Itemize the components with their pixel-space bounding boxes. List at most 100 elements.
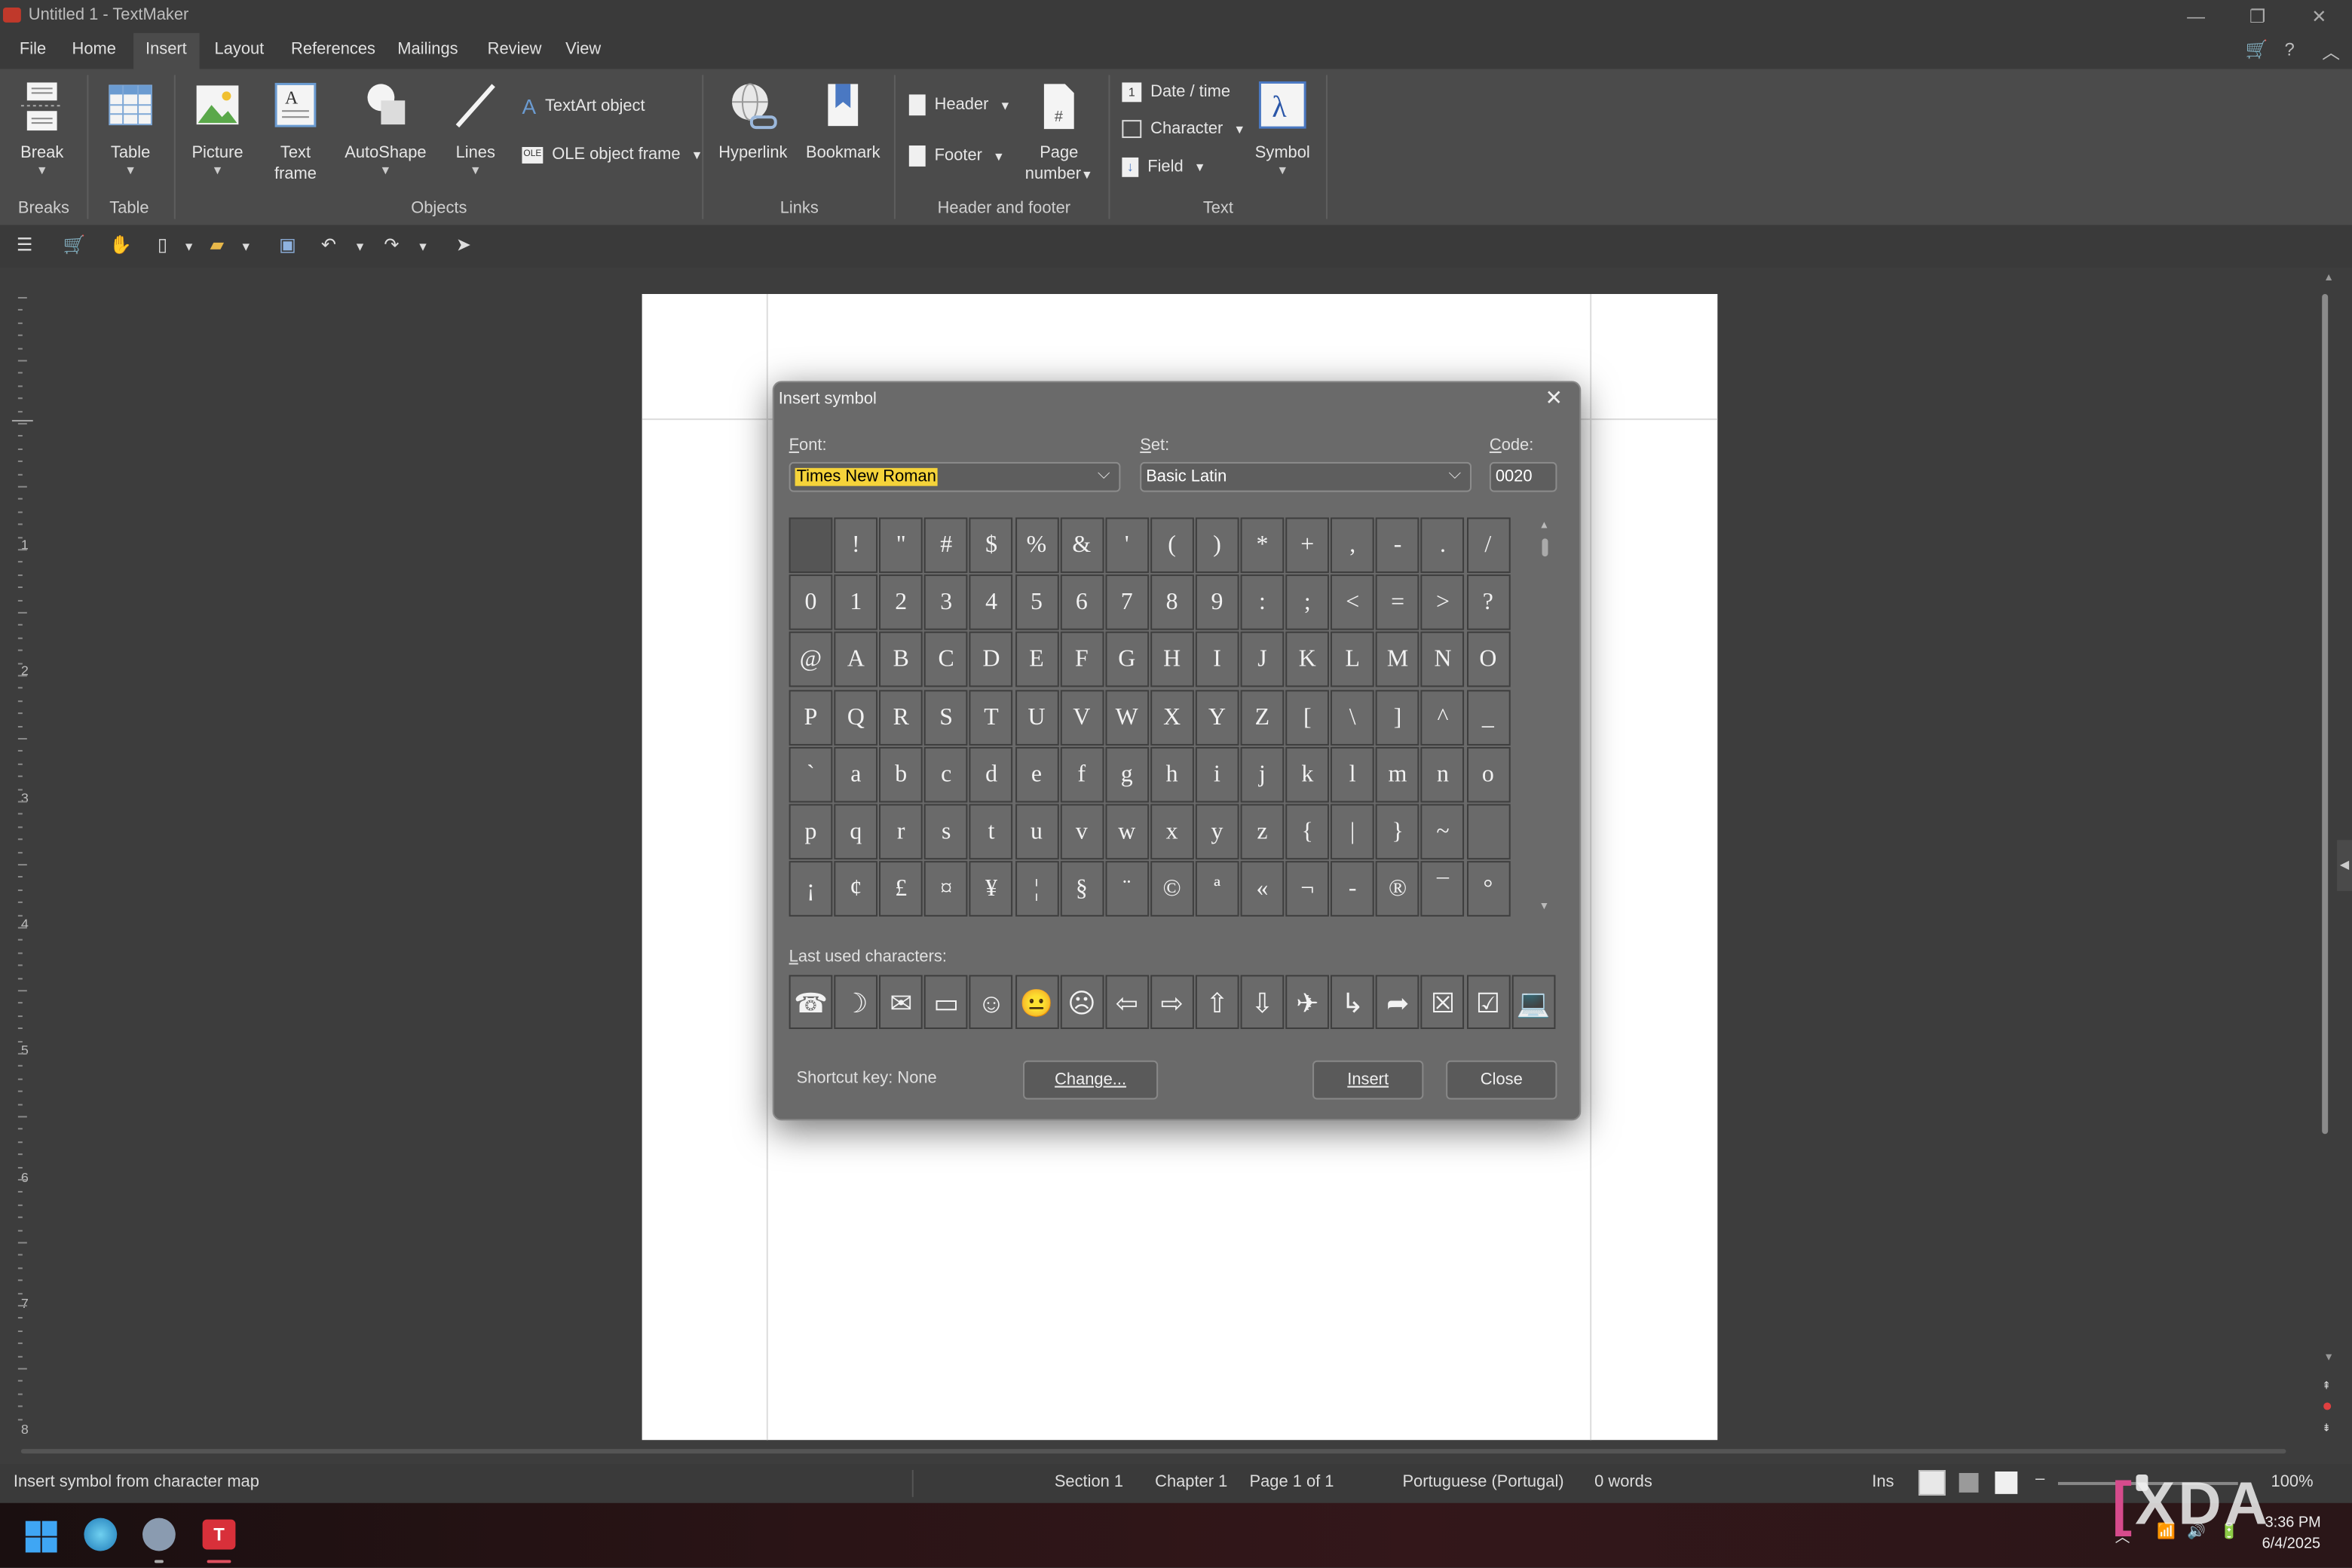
last-used-symbol[interactable]: ✉ — [879, 975, 923, 1030]
symbol-cell[interactable]: > — [1421, 574, 1465, 631]
new-document-icon[interactable]: ▯ — [158, 234, 167, 255]
scrollbar-thumb[interactable] — [1542, 538, 1548, 557]
symbol-cell[interactable]: q — [834, 804, 878, 860]
symbol-cell[interactable]: f — [1059, 746, 1104, 803]
symbol-cell[interactable]: l — [1331, 746, 1375, 803]
symbol-cell[interactable]: d — [969, 746, 1013, 803]
chevron-down-icon[interactable]: ▼ — [417, 240, 429, 253]
symbol-cell[interactable]: Z — [1240, 689, 1285, 746]
save-icon[interactable]: ▣ — [279, 234, 296, 255]
symbol-cell[interactable]: W — [1104, 689, 1149, 746]
symbol-cell[interactable]: L — [1331, 632, 1375, 688]
symbol-cell[interactable]: % — [1015, 517, 1058, 574]
symbol-cell[interactable]: 5 — [1015, 574, 1058, 631]
last-used-symbol[interactable]: ☺ — [969, 975, 1013, 1030]
bookmark-button[interactable]: Bookmark — [804, 81, 882, 163]
scrollbar-track[interactable] — [20, 1449, 2286, 1454]
symbol-cell[interactable]: n — [1421, 746, 1465, 803]
symbol-cell[interactable]: z — [1240, 804, 1285, 860]
menu-lines-icon[interactable]: ☰ — [17, 234, 32, 255]
symbol-cell[interactable]: 4 — [969, 574, 1013, 631]
symbol-cell[interactable]: o — [1466, 746, 1510, 803]
symbol-grid-scrollbar[interactable]: ▲ ▼ — [1536, 520, 1554, 919]
symbol-cell[interactable]: } — [1376, 804, 1419, 860]
symbol-cell[interactable]: X — [1150, 689, 1194, 746]
symbol-cell[interactable]: I — [1195, 632, 1239, 688]
last-used-symbol[interactable]: ↳ — [1331, 975, 1375, 1030]
symbol-cell[interactable]: h — [1150, 746, 1194, 803]
last-used-symbol[interactable]: ⇩ — [1240, 975, 1285, 1030]
symbol-cell[interactable]: U — [1015, 689, 1058, 746]
ole-object-frame-button[interactable]: OLE OLE object frame ▼ — [522, 145, 703, 164]
symbol-cell[interactable]: ; — [1285, 574, 1330, 631]
last-used-symbol[interactable]: ☹ — [1059, 975, 1104, 1030]
menu-mailings[interactable]: Mailings — [397, 41, 458, 59]
symbol-cell[interactable]: M — [1376, 632, 1419, 688]
symbol-cell[interactable]: [ — [1285, 689, 1330, 746]
symbol-cell[interactable]: @ — [789, 632, 833, 688]
symbol-cell[interactable]: ¨ — [1104, 861, 1149, 917]
symbol-cell[interactable]: 0 — [789, 574, 833, 631]
status-word-count[interactable]: 0 words — [1594, 1473, 1652, 1491]
symbol-cell[interactable]: Y — [1195, 689, 1239, 746]
menu-review[interactable]: Review — [488, 41, 542, 59]
character-button[interactable]: Character ▼ — [1122, 120, 1245, 139]
symbol-cell[interactable]: t — [969, 804, 1013, 860]
textmaker-taskbar-icon[interactable]: T — [202, 1519, 236, 1550]
menu-file[interactable]: File — [20, 41, 46, 59]
status-page[interactable]: Page 1 of 1 — [1250, 1473, 1334, 1491]
font-dropdown[interactable]: Times New Roman ⌵ — [789, 461, 1121, 492]
clock-date[interactable]: 6/4/2025 — [2262, 1536, 2320, 1553]
date-time-button[interactable]: 1 Date / time — [1122, 82, 1230, 103]
open-folder-icon[interactable]: ▰ — [210, 234, 224, 255]
symbol-cell[interactable]: 1 — [834, 574, 878, 631]
symbol-cell[interactable]: ¤ — [924, 861, 969, 917]
symbol-cell[interactable]: D — [969, 632, 1013, 688]
symbol-cell[interactable]: 3 — [924, 574, 969, 631]
symbol-cell[interactable]: v — [1059, 804, 1104, 860]
textart-button[interactable]: A TextArt object — [522, 94, 645, 118]
symbol-cell[interactable]: a — [834, 746, 878, 803]
last-used-symbol[interactable]: 😐 — [1015, 975, 1058, 1030]
text-frame-button[interactable]: A Text frame — [264, 81, 327, 184]
insert-button[interactable]: Insert — [1312, 1060, 1424, 1100]
symbol-cell[interactable]: 9 — [1195, 574, 1239, 631]
symbol-cell[interactable]: 7 — [1104, 574, 1149, 631]
symbol-cell[interactable]: s — [924, 804, 969, 860]
symbol-cell[interactable]: B — [879, 632, 923, 688]
menu-home[interactable]: Home — [72, 41, 116, 59]
symbol-cell[interactable]: O — [1466, 632, 1510, 688]
symbol-cell[interactable]: « — [1240, 861, 1285, 917]
symbol-cell[interactable]: ' — [1104, 517, 1149, 574]
autoshape-button[interactable]: AutoShape ▼ — [342, 81, 429, 178]
outline-view-icon[interactable] — [1958, 1472, 1979, 1493]
symbol-cell[interactable]: ! — [834, 517, 878, 574]
menu-insert[interactable]: Insert — [133, 32, 199, 69]
pointer-icon[interactable]: ➤ — [456, 234, 471, 255]
redo-icon[interactable]: ↷ — [384, 234, 399, 255]
symbol-cell[interactable]: p — [789, 804, 833, 860]
symbol-cell[interactable]: © — [1150, 861, 1194, 917]
symbol-cell[interactable]: 6 — [1059, 574, 1104, 631]
symbol-cell[interactable]: r — [879, 804, 923, 860]
ruler-margin-marker[interactable] — [11, 420, 33, 422]
menu-view[interactable]: View — [565, 41, 601, 59]
scroll-up-icon[interactable]: ▲ — [2323, 273, 2334, 283]
symbol-cell[interactable]: * — [1240, 517, 1285, 574]
last-used-symbol[interactable]: ⇧ — [1195, 975, 1239, 1030]
symbol-cell[interactable]: ] — [1376, 689, 1419, 746]
symbol-cell[interactable]: C — [924, 632, 969, 688]
break-button[interactable]: Break ▼ — [12, 81, 72, 178]
symbol-cell[interactable]: G — [1104, 632, 1149, 688]
sidebar-toggle-icon[interactable]: ◀ — [2337, 840, 2352, 891]
header-button[interactable]: Header ▼ — [908, 94, 1011, 116]
symbol-cell[interactable]: { — [1285, 804, 1330, 860]
symbol-cell[interactable]: b — [879, 746, 923, 803]
last-used-symbol[interactable]: ☒ — [1421, 975, 1465, 1030]
last-used-symbol[interactable]: ⇨ — [1150, 975, 1194, 1030]
cart-icon[interactable]: 🛒 — [2246, 39, 2268, 60]
symbol-cell[interactable]: ° — [1466, 861, 1510, 917]
symbol-cell[interactable]: | — [1331, 804, 1375, 860]
symbol-cell[interactable]: N — [1421, 632, 1465, 688]
menu-references[interactable]: References — [291, 41, 375, 59]
